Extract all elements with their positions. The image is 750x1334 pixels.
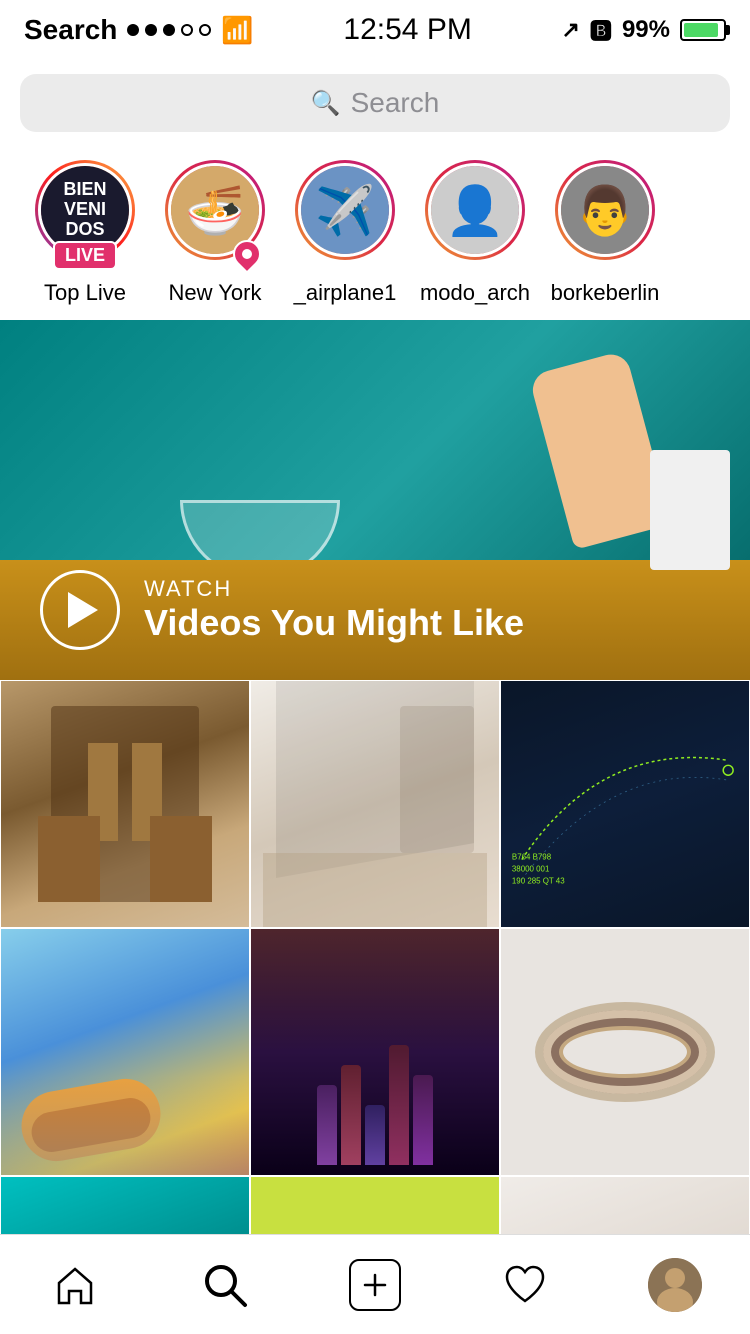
search-bar[interactable]: 🔍 Search	[20, 74, 730, 132]
avatar-modo: 👤	[431, 166, 519, 254]
story-avatar-inner-borkeberlin: 👨	[558, 163, 652, 257]
nav-search[interactable]	[185, 1245, 265, 1325]
watch-overlay: WATCH Videos You Might Like	[40, 570, 524, 650]
battery-icon	[680, 19, 726, 41]
grid-cell-building[interactable]	[0, 680, 250, 928]
watch-section[interactable]: WATCH Videos You Might Like	[0, 320, 750, 680]
signal-dot-4	[181, 24, 193, 36]
plus-icon	[361, 1271, 389, 1299]
search-nav-icon	[201, 1261, 249, 1309]
story-avatar-ring-modo-arch: 👤	[425, 160, 525, 260]
battery-percent: 99%	[622, 16, 670, 44]
story-avatar-ring-airplane1: ✈️	[295, 160, 395, 260]
location-icon: ↗	[561, 17, 579, 43]
nav-add[interactable]	[335, 1245, 415, 1325]
status-right: ↗ 🅱 99%	[561, 14, 726, 46]
svg-text:38000 001: 38000 001	[512, 864, 550, 873]
back-label[interactable]: Search	[24, 14, 117, 46]
search-icon: 🔍	[311, 89, 341, 118]
bluetooth-icon: 🅱	[590, 14, 612, 46]
svg-text:B764 B798: B764 B798	[512, 853, 552, 862]
avatar-airplane: ✈️	[301, 166, 389, 254]
signal-dot-3	[163, 24, 175, 36]
stories-row: BIEN VENI DOS LIVE Top Live 🍜 New York ✈…	[0, 146, 750, 320]
story-item-airplane1[interactable]: ✈️ _airplane1	[280, 160, 410, 306]
story-avatar-ring-borkeberlin: 👨	[555, 160, 655, 260]
signal-dots	[127, 24, 211, 36]
search-bar-wrapper: 🔍 Search	[0, 60, 750, 146]
grid-cell-hotdog[interactable]	[0, 928, 250, 1176]
grid-row-2	[0, 928, 750, 1176]
signal-dot-1	[127, 24, 139, 36]
story-item-modo-arch[interactable]: 👤 modo_arch	[410, 160, 540, 306]
live-badge: LIVE	[53, 241, 117, 270]
grid-cell-fantasy[interactable]	[250, 928, 500, 1176]
story-item-borkeberlin[interactable]: 👨 borkeberlin	[540, 160, 670, 306]
story-label-airplane1: _airplane1	[285, 280, 405, 306]
add-icon	[349, 1259, 401, 1311]
story-label-borkeberlin: borkeberlin	[545, 280, 665, 306]
bottom-nav	[0, 1234, 750, 1334]
grid-cell-flightmap[interactable]: B764 B798 38000 001 190 285 QT 43	[500, 680, 750, 928]
story-avatar-ring-new-york: 🍜	[165, 160, 265, 260]
towel	[650, 450, 730, 570]
watch-text: WATCH Videos You Might Like	[144, 576, 524, 644]
svg-text:190 285 QT 43: 190 285 QT 43	[512, 876, 565, 885]
battery-fill	[684, 23, 718, 37]
story-avatar-ring-top-live: BIEN VENI DOS LIVE	[35, 160, 135, 260]
heart-icon	[503, 1263, 547, 1307]
story-item-new-york[interactable]: 🍜 New York	[150, 160, 280, 306]
watch-title: Videos You Might Like	[144, 602, 524, 644]
status-bar: Search 📶 12:54 PM ↗ 🅱 99%	[0, 0, 750, 60]
flight-path-svg: B764 B798 38000 001 190 285 QT 43	[501, 681, 749, 927]
wifi-icon: 📶	[221, 15, 253, 46]
story-label-top-live: Top Live	[25, 280, 145, 306]
grid-row-1: B764 B798 38000 001 190 285 QT 43	[0, 680, 750, 928]
story-avatar-inner-airplane1: ✈️	[298, 163, 392, 257]
nav-likes[interactable]	[485, 1245, 565, 1325]
nav-profile[interactable]	[635, 1245, 715, 1325]
status-left: Search 📶	[24, 14, 254, 46]
search-placeholder: Search	[351, 87, 440, 119]
status-time: 12:54 PM	[343, 13, 471, 47]
story-label-new-york: New York	[155, 280, 275, 306]
profile-avatar-img	[648, 1258, 702, 1312]
nav-home[interactable]	[35, 1245, 115, 1325]
profile-avatar	[648, 1258, 702, 1312]
signal-dot-2	[145, 24, 157, 36]
avatar-borke: 👨	[561, 166, 649, 254]
watch-label: WATCH	[144, 576, 524, 602]
story-avatar-inner-modo-arch: 👤	[428, 163, 522, 257]
story-item-top-live[interactable]: BIEN VENI DOS LIVE Top Live	[20, 160, 150, 306]
grid-cell-oval[interactable]	[500, 928, 750, 1176]
play-icon	[68, 592, 98, 628]
home-icon	[53, 1263, 97, 1307]
play-button[interactable]	[40, 570, 120, 650]
grid-cell-stairs[interactable]	[250, 680, 500, 928]
story-label-modo-arch: modo_arch	[415, 280, 535, 306]
signal-dot-5	[199, 24, 211, 36]
